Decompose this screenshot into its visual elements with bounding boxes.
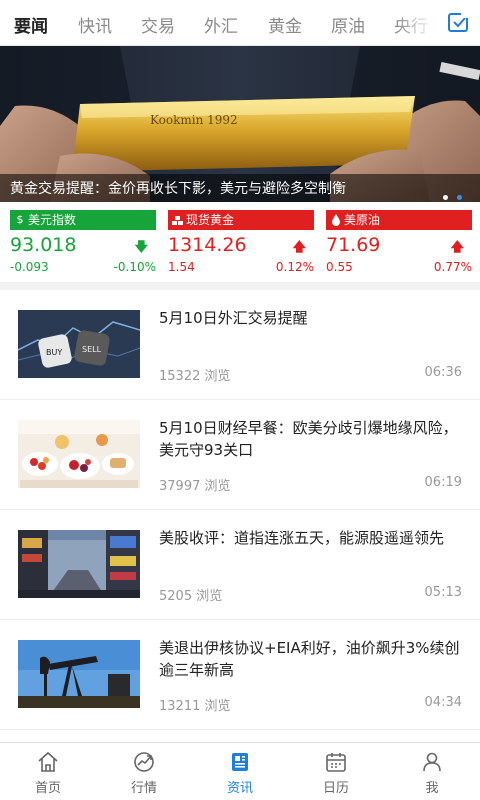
quote-price: 93.018 xyxy=(10,234,77,256)
news-title: 5月10日财经早餐：欧美分歧引爆地缘风险，美元守93关口 xyxy=(159,419,458,459)
nav-profile[interactable]: 我 xyxy=(384,743,480,800)
carousel-indicator xyxy=(439,185,462,202)
news-icon xyxy=(232,753,248,771)
news-thumbnail-city-street xyxy=(18,530,140,598)
news-title: 5月10日外汇交易提醒 xyxy=(159,309,308,327)
carousel-dot-active xyxy=(457,195,462,200)
quote-name: 美元指数 xyxy=(28,213,77,227)
news-thumbnail-breakfast xyxy=(18,420,140,488)
nav-label: 日历 xyxy=(322,781,349,796)
carousel-dot xyxy=(442,195,448,200)
edit-channels-icon[interactable] xyxy=(444,10,472,36)
news-views: 37997 浏览 xyxy=(159,479,231,494)
banner-caption: 黄金交易提醒：金价再收长下影，美元与避险多空制衡 xyxy=(0,174,480,202)
quote-price: 71.69 xyxy=(326,234,381,256)
headline-banner[interactable]: Kookmin 1992 黄金交易提醒：金价再收长下影，美元与避险多空制衡 xyxy=(0,46,480,202)
banner-title: 黄金交易提醒：金价再收长下影，美元与避险多空制衡 xyxy=(10,181,346,197)
up-arrow-icon: 🡅 xyxy=(292,240,306,255)
quote-dollar-index[interactable]: $ 美元指数 93.018 🡇 -0.093 -0.10% xyxy=(10,210,156,278)
quote-header: $ 美元指数 xyxy=(10,210,156,230)
tab-trading[interactable]: 交易 xyxy=(141,12,175,37)
tab-forex[interactable]: 外汇 xyxy=(204,12,238,37)
quote-percent: 0.12% xyxy=(275,260,314,274)
market-quotes: $ 美元指数 93.018 🡇 -0.093 -0.10% 现货黄金 1314.… xyxy=(0,202,480,282)
up-arrow-icon: 🡅 xyxy=(450,240,464,255)
tab-flash[interactable]: 快讯 xyxy=(78,12,112,37)
quote-change: 0.55 xyxy=(326,260,353,274)
news-item[interactable]: 5月10日财经早餐：欧美分歧引爆地缘风险，美元守93关口 37997 浏览 06… xyxy=(0,400,480,510)
tab-headlines[interactable]: 要闻 xyxy=(14,12,48,37)
gold-bars-icon xyxy=(172,213,184,227)
news-views: 5205 浏览 xyxy=(159,589,223,604)
tab-gold[interactable]: 黄金 xyxy=(268,12,302,37)
news-title: 美退出伊核协议+EIA利好，油价飙升3%续创逾三年新高 xyxy=(159,639,460,679)
quote-change: 1.54 xyxy=(168,260,195,274)
news-views: 15322 浏览 xyxy=(159,369,231,384)
quote-name: 美原油 xyxy=(344,213,381,227)
news-time: 04:34 xyxy=(424,695,462,710)
nav-home[interactable]: 首页 xyxy=(0,743,96,800)
news-title: 美股收评：道指连涨五天，能源股遥遥领先 xyxy=(159,529,445,547)
news-item[interactable]: BUY SELL 5月10日外汇交易提醒 15322 浏览 06:36 xyxy=(0,290,480,400)
nav-label: 我 xyxy=(425,781,439,796)
quote-name: 现货黄金 xyxy=(186,213,235,227)
news-time: 05:13 xyxy=(424,585,462,600)
nav-label: 首页 xyxy=(34,781,61,796)
nav-label: 资讯 xyxy=(226,781,253,796)
quote-us-crude[interactable]: 美原油 71.69 🡅 0.55 0.77% xyxy=(326,210,472,278)
profile-icon xyxy=(423,752,441,772)
nav-label: 行情 xyxy=(130,781,157,796)
section-divider xyxy=(0,282,480,290)
quote-header: 现货黄金 xyxy=(168,210,314,230)
calendar-icon xyxy=(326,753,346,772)
oil-drop-icon xyxy=(330,213,342,227)
quote-change: -0.093 xyxy=(10,260,49,274)
quote-header: 美原油 xyxy=(326,210,472,230)
news-item[interactable]: 美退出伊核协议+EIA利好，油价飙升3%续创逾三年新高 13211 浏览 04:… xyxy=(0,620,480,730)
quote-price: 1314.26 xyxy=(168,234,247,256)
market-chart-icon xyxy=(134,752,154,772)
nav-calendar[interactable]: 日历 xyxy=(288,743,384,800)
svg-text:BUY: BUY xyxy=(46,348,62,357)
category-tabs: 要闻 快讯 交易 外汇 黄金 原油 央行 xyxy=(0,0,432,45)
bottom-navigation: 首页 行情 资讯 日历 我 xyxy=(0,742,480,800)
news-thumbnail-oil-pump xyxy=(18,640,140,708)
news-item[interactable]: 美股收评：道指连涨五天，能源股遥遥领先 5205 浏览 05:13 xyxy=(0,510,480,620)
news-thumbnail-buy-sell: BUY SELL xyxy=(18,310,140,378)
top-tab-bar: 要闻 快讯 交易 外汇 黄金 原油 央行 xyxy=(0,0,480,46)
tab-fade xyxy=(395,0,435,45)
tab-crude-oil[interactable]: 原油 xyxy=(331,12,365,37)
news-time: 06:36 xyxy=(424,365,462,380)
quote-percent: 0.77% xyxy=(433,260,472,274)
news-views: 13211 浏览 xyxy=(159,699,231,714)
quote-percent: -0.10% xyxy=(113,260,156,274)
news-time: 06:19 xyxy=(424,475,462,490)
news-list: BUY SELL 5月10日外汇交易提醒 15322 浏览 06:36 5月10… xyxy=(0,290,480,742)
nav-market[interactable]: 行情 xyxy=(96,743,192,800)
quote-spot-gold[interactable]: 现货黄金 1314.26 🡅 1.54 0.12% xyxy=(168,210,314,278)
svg-text:SELL: SELL xyxy=(82,345,102,354)
bar-engraving: Kookmin 1992 xyxy=(150,113,238,127)
dollar-icon: $ xyxy=(16,213,24,226)
nav-news[interactable]: 资讯 xyxy=(192,743,288,800)
down-arrow-icon: 🡇 xyxy=(134,240,148,255)
home-icon xyxy=(38,751,58,772)
